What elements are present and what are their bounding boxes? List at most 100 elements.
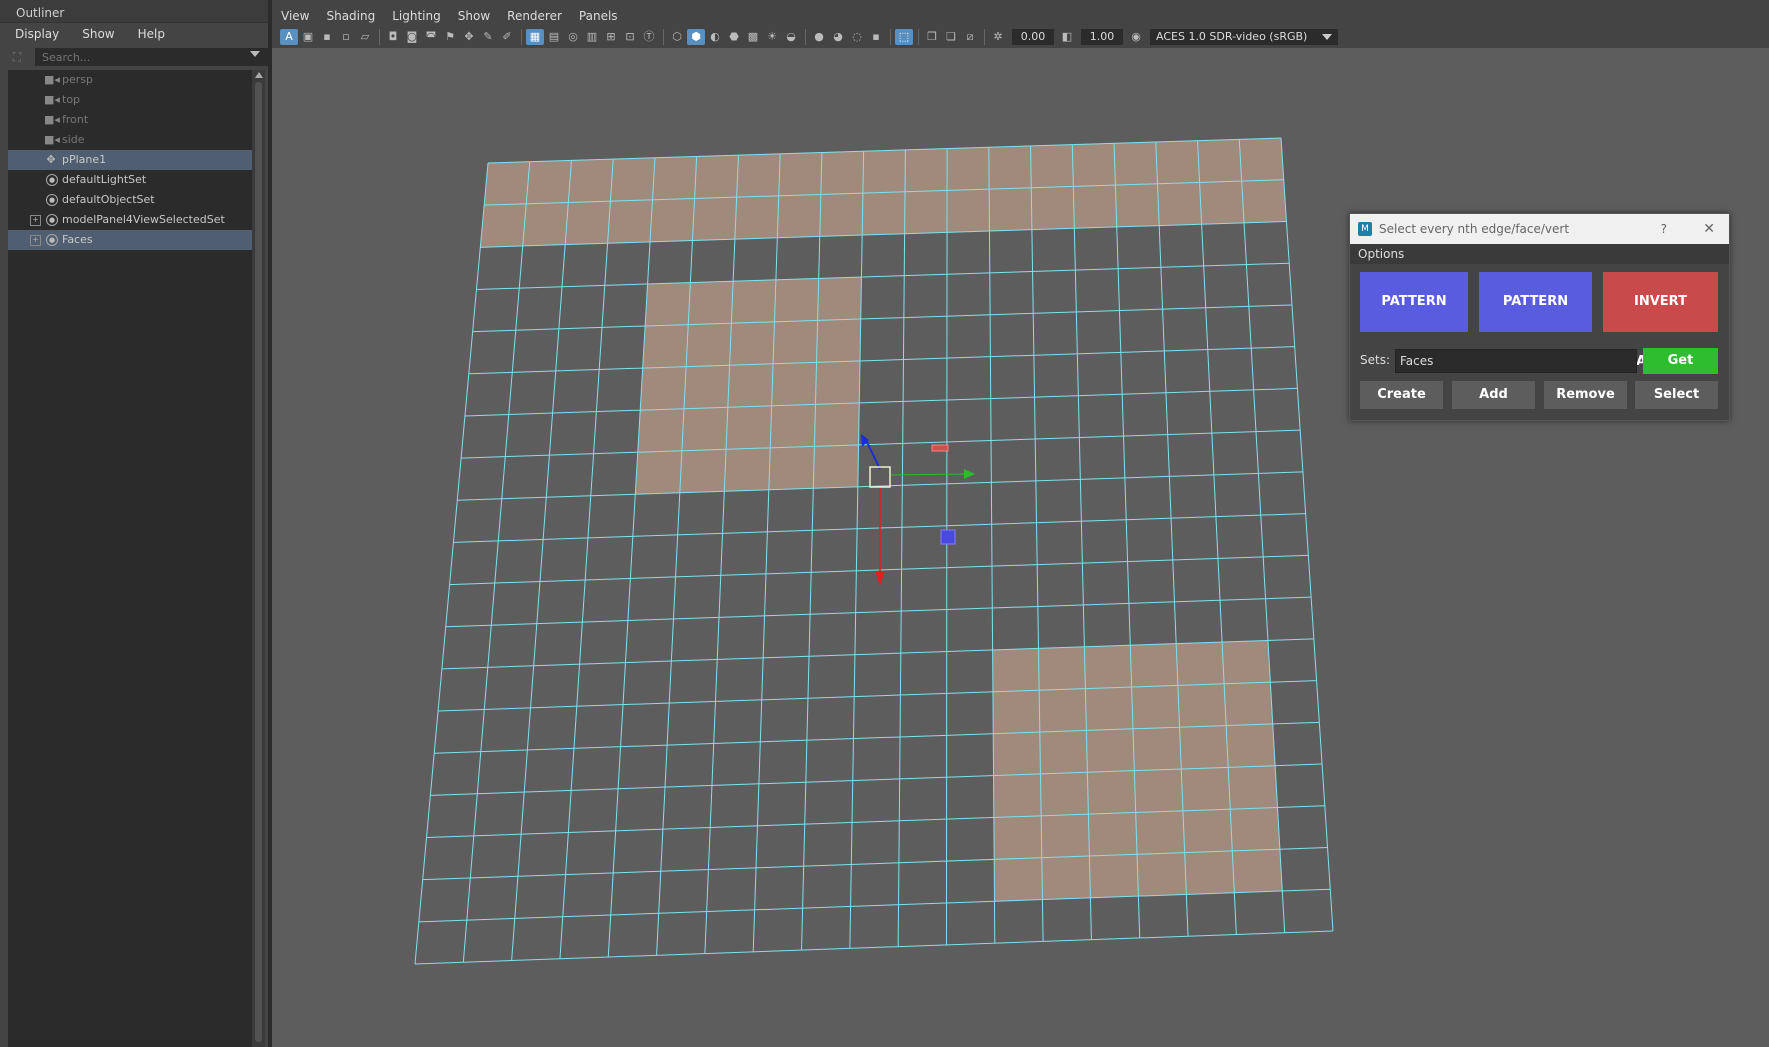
- plane-mesh[interactable]: [272, 48, 1769, 1047]
- invert-pattern-button[interactable]: INVERT PATTERN: [1603, 272, 1718, 369]
- camera-view-icon[interactable]: ◙: [403, 29, 421, 45]
- menu-show[interactable]: Show: [449, 6, 498, 26]
- image-plane-icon[interactable]: ▫: [337, 29, 355, 45]
- menu-lighting[interactable]: Lighting: [383, 6, 449, 26]
- wireframe-icon[interactable]: ⬡: [668, 29, 686, 45]
- smooth-shade-icon[interactable]: ⬢: [687, 29, 705, 45]
- xray-icon[interactable]: ❐: [923, 29, 941, 45]
- tree-item-side[interactable]: ■◂ side: [8, 130, 252, 150]
- tree-item-label: persp: [62, 73, 93, 86]
- options-menu[interactable]: Options: [1350, 244, 1729, 264]
- dialog-titlebar[interactable]: M Select every nth edge/face/vert ? ✕: [1350, 214, 1729, 244]
- menu-view[interactable]: View: [272, 6, 317, 26]
- camera-2d-icon[interactable]: ▱: [356, 29, 374, 45]
- outliner-scrollbar[interactable]: [252, 70, 265, 1047]
- tree-item-faces[interactable]: + ● Faces: [8, 230, 252, 250]
- safe-action-icon[interactable]: ⊡: [621, 29, 639, 45]
- add-button[interactable]: Add: [1452, 381, 1535, 409]
- chevron-down-icon: [1322, 34, 1332, 40]
- tree-item-pplane1[interactable]: ✥ pPlane1: [8, 150, 252, 170]
- xray-joints-icon[interactable]: ⧄: [961, 29, 979, 45]
- remove-button[interactable]: Remove: [1544, 381, 1627, 409]
- resolution-gate-icon[interactable]: ◎: [564, 29, 582, 45]
- color-management-dropdown[interactable]: ACES 1.0 SDR-video (sRGB): [1150, 29, 1338, 45]
- set-icon: ●: [46, 194, 58, 206]
- scroll-up-icon[interactable]: [255, 72, 263, 78]
- wireframe-on-shaded-icon[interactable]: ⬣: [725, 29, 743, 45]
- anti-aliasing-icon[interactable]: ◌: [848, 29, 866, 45]
- scroll-thumb[interactable]: [255, 82, 262, 1042]
- tree-item-modelpanel4viewselectedset[interactable]: + ● modelPanel4ViewSelectedSet: [8, 210, 252, 230]
- ambient-occlusion-icon[interactable]: ●: [810, 29, 828, 45]
- set-icon: ●: [46, 214, 58, 226]
- tree-item-top[interactable]: ■◂ top: [8, 90, 252, 110]
- camera-lock-icon[interactable]: ◘: [384, 29, 402, 45]
- get-button[interactable]: Get: [1643, 348, 1718, 374]
- select-button[interactable]: Select: [1635, 381, 1718, 409]
- 3d-viewport[interactable]: [272, 48, 1769, 1047]
- gate-mask-icon[interactable]: ▥: [583, 29, 601, 45]
- pattern-button[interactable]: PATTERN: [1360, 272, 1468, 332]
- close-icon[interactable]: ✕: [1703, 214, 1715, 244]
- bookmark-flag-icon[interactable]: ⚑: [441, 29, 459, 45]
- menu-display[interactable]: Display: [0, 23, 67, 47]
- tree-item-front[interactable]: ■◂ front: [8, 110, 252, 130]
- tree-item-label: defaultLightSet: [62, 173, 147, 186]
- tree-item-label: pPlane1: [62, 153, 107, 166]
- color-management-value: ACES 1.0 SDR-video (sRGB): [1156, 30, 1308, 43]
- pan-zoom-icon[interactable]: ✥: [460, 29, 478, 45]
- expand-icon[interactable]: +: [30, 235, 41, 246]
- color-management-icon[interactable]: ◉: [1127, 29, 1145, 45]
- gamma-field[interactable]: 1.00: [1081, 29, 1123, 45]
- set-icon: ●: [46, 174, 58, 186]
- gamma-icon[interactable]: ◧: [1058, 29, 1076, 45]
- lights-icon[interactable]: ☀: [763, 29, 781, 45]
- motion-blur-icon[interactable]: ◕: [829, 29, 847, 45]
- search-dropdown-icon[interactable]: [250, 51, 260, 57]
- sets-field[interactable]: Faces: [1395, 349, 1637, 373]
- viewport-panel: View Shading Lighting Show Renderer Pane…: [272, 0, 1769, 1047]
- toolbar-separator: [890, 29, 891, 45]
- menu-panels[interactable]: Panels: [570, 6, 626, 26]
- camera-icon: ■◂: [44, 113, 60, 126]
- tree-item-label: side: [62, 133, 85, 146]
- tree-item-defaultobjectset[interactable]: ● defaultObjectSet: [8, 190, 252, 210]
- selected-face-region: [635, 277, 862, 495]
- pattern-range-button[interactable]: PATTERN RANGE: [1479, 272, 1592, 369]
- depth-of-field-icon[interactable]: ▪: [867, 29, 885, 45]
- search-input[interactable]: [35, 48, 269, 66]
- tree-item-label: front: [62, 113, 89, 126]
- menu-shading[interactable]: Shading: [317, 6, 383, 26]
- exposure-field[interactable]: 0.00: [1012, 29, 1054, 45]
- nth-select-dialog: M Select every nth edge/face/vert ? ✕ Op…: [1349, 213, 1730, 421]
- field-chart-icon[interactable]: ⊞: [602, 29, 620, 45]
- filter-icon[interactable]: ⛶: [8, 48, 26, 66]
- shadows-icon[interactable]: ◒: [782, 29, 800, 45]
- textured-icon[interactable]: ▩: [744, 29, 762, 45]
- grease-pencil-icon[interactable]: ✎: [479, 29, 497, 45]
- menu-show[interactable]: Show: [67, 23, 122, 47]
- default-material-icon[interactable]: ◐: [706, 29, 724, 45]
- film-gate-icon[interactable]: ▤: [545, 29, 563, 45]
- paint-icon[interactable]: ✐: [498, 29, 516, 45]
- manip-plane-handle-blue: [940, 529, 956, 545]
- select-camera-icon[interactable]: A: [280, 29, 298, 45]
- camera-sync-icon[interactable]: ◚: [422, 29, 440, 45]
- tree-item-defaultlightset[interactable]: ● defaultLightSet: [8, 170, 252, 190]
- isolate-select-icon[interactable]: ⬚: [895, 29, 913, 45]
- create-button[interactable]: Create: [1360, 381, 1443, 409]
- wire-edge: [945, 148, 948, 945]
- toolbar-separator: [379, 29, 380, 45]
- menu-renderer[interactable]: Renderer: [498, 6, 570, 26]
- menu-help[interactable]: Help: [123, 23, 173, 47]
- xray-active-icon[interactable]: ❏: [942, 29, 960, 45]
- help-icon[interactable]: ?: [1661, 214, 1667, 244]
- expand-icon[interactable]: +: [30, 215, 41, 226]
- bookmark-icon[interactable]: ▪: [318, 29, 336, 45]
- safe-title-icon[interactable]: Ⓣ: [640, 29, 658, 45]
- tree-item-persp[interactable]: ■◂ persp: [8, 70, 252, 90]
- grid-icon[interactable]: ▦: [526, 29, 544, 45]
- outliner-search-row: ⛶: [8, 47, 269, 67]
- exposure-icon[interactable]: ✲: [989, 29, 1007, 45]
- camera-attributes-icon[interactable]: ▣: [299, 29, 317, 45]
